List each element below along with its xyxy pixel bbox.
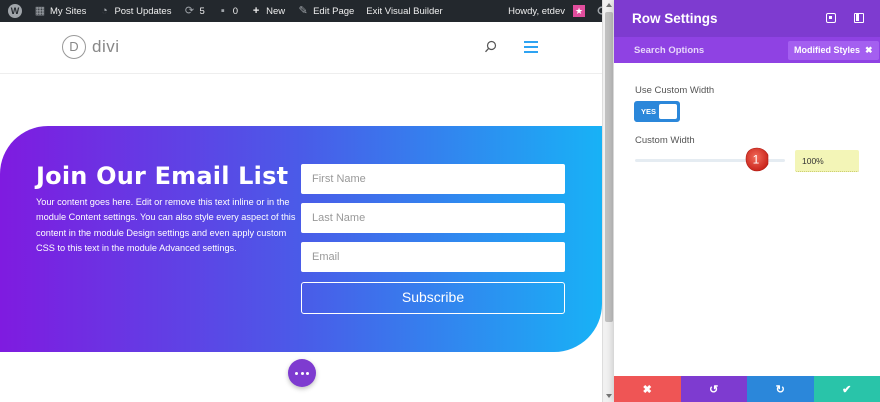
plus-icon: + <box>252 5 260 17</box>
new-menu[interactable]: + New <box>244 0 291 22</box>
row-settings-panel: Row Settings Search Options Modified Sty… <box>614 0 880 402</box>
email-signup-section: Join Our Email List Your content goes he… <box>0 126 602 352</box>
my-sites-menu[interactable]: ▦ My Sites <box>28 0 92 22</box>
comments-menu[interactable]: ▪ 0 <box>211 0 244 22</box>
modified-styles-filter[interactable]: Modified Styles ✖ <box>788 41 879 60</box>
close-icon[interactable]: ✖ <box>865 41 873 60</box>
scroll-up-arrow-icon[interactable] <box>606 3 612 7</box>
first-name-field[interactable]: First Name <box>301 164 565 194</box>
panel-title: Row Settings <box>632 11 718 26</box>
sites-icon: ▦ <box>34 5 46 17</box>
screen: W ▦ My Sites ◔ Post Updates ⟳ 5 ▪ 0 + Ne… <box>0 0 880 402</box>
scroll-thumb[interactable] <box>605 12 613 322</box>
edit-page-label: Edit Page <box>313 5 355 17</box>
hamburger-menu-icon[interactable] <box>524 41 538 53</box>
wp-logo-menu[interactable]: W <box>0 0 28 22</box>
checkmark-icon: ✔ <box>842 383 852 396</box>
comments-count: 0 <box>232 5 239 17</box>
redo-button[interactable]: ↻ <box>747 376 814 402</box>
undo-button[interactable]: ↺ <box>680 376 747 402</box>
hero-body-text: Your content goes here. Edit or remove t… <box>36 197 296 253</box>
toggle-state-text: YES <box>641 107 657 116</box>
site-logo[interactable]: D divi <box>62 35 120 59</box>
step-marker-icon[interactable]: 1 <box>745 147 769 173</box>
exit-visual-builder-link[interactable]: Exit Visual Builder <box>360 0 448 22</box>
post-updates-menu[interactable]: ◔ Post Updates <box>92 0 177 22</box>
email-field[interactable]: Email <box>301 242 565 272</box>
subscribe-button[interactable]: Subscribe <box>301 282 565 314</box>
scroll-down-arrow-icon[interactable] <box>606 394 612 398</box>
redo-icon: ↻ <box>775 383 785 396</box>
logo-text: divi <box>92 37 120 56</box>
panel-footer: ✖ ↺ ↻ ✔ <box>614 376 880 402</box>
comment-icon: ▪ <box>220 5 225 17</box>
search-icon[interactable] <box>484 40 498 54</box>
site-header: D divi <box>0 22 602 74</box>
use-custom-width-toggle[interactable]: YES <box>634 101 680 122</box>
page-scrollbar[interactable] <box>602 0 614 402</box>
wordpress-icon: W <box>8 4 22 18</box>
updates-menu[interactable]: ⟳ 5 <box>177 0 210 22</box>
logo-mark: D <box>62 35 86 59</box>
post-updates-label: Post Updates <box>114 5 172 17</box>
wp-admin-bar: W ▦ My Sites ◔ Post Updates ⟳ 5 ▪ 0 + Ne… <box>0 0 614 22</box>
search-options-button[interactable]: Search Options <box>634 45 704 56</box>
builder-more-button[interactable] <box>288 359 316 387</box>
last-name-field[interactable]: Last Name <box>301 203 565 233</box>
dashboard-icon: ◔ <box>101 5 108 17</box>
custom-width-value-input[interactable]: 100% <box>795 150 859 172</box>
panel-header: Row Settings <box>614 0 880 37</box>
exit-builder-label: Exit Visual Builder <box>366 5 443 17</box>
pencil-icon: ✎ <box>298 5 308 17</box>
custom-width-label: Custom Width <box>635 135 695 146</box>
my-sites-label: My Sites <box>50 5 87 17</box>
fullscreen-icon[interactable] <box>826 13 836 23</box>
refresh-icon: ⟳ <box>184 5 195 17</box>
admin-bar-secondary: Howdy, etdev ★ <box>502 0 614 22</box>
dock-sidebar-icon[interactable] <box>854 13 864 23</box>
step-marker-number: 1 <box>753 153 760 167</box>
howdy-label: Howdy, etdev <box>508 5 565 17</box>
modified-styles-label: Modified Styles <box>794 45 861 55</box>
avatar: ★ <box>573 5 585 17</box>
close-icon: ✖ <box>642 383 652 396</box>
new-label: New <box>266 5 286 17</box>
edit-page-link[interactable]: ✎ Edit Page <box>291 0 360 22</box>
panel-subheader: Search Options Modified Styles ✖ <box>614 37 880 63</box>
updates-count: 5 <box>199 5 205 17</box>
use-custom-width-label: Use Custom Width <box>635 85 715 96</box>
account-menu[interactable]: Howdy, etdev ★ <box>502 0 591 22</box>
discard-button[interactable]: ✖ <box>614 376 681 402</box>
toggle-knob <box>659 104 677 119</box>
undo-icon: ↺ <box>709 383 719 396</box>
hero-title: Join Our Email List <box>36 162 289 190</box>
save-button[interactable]: ✔ <box>813 376 880 402</box>
